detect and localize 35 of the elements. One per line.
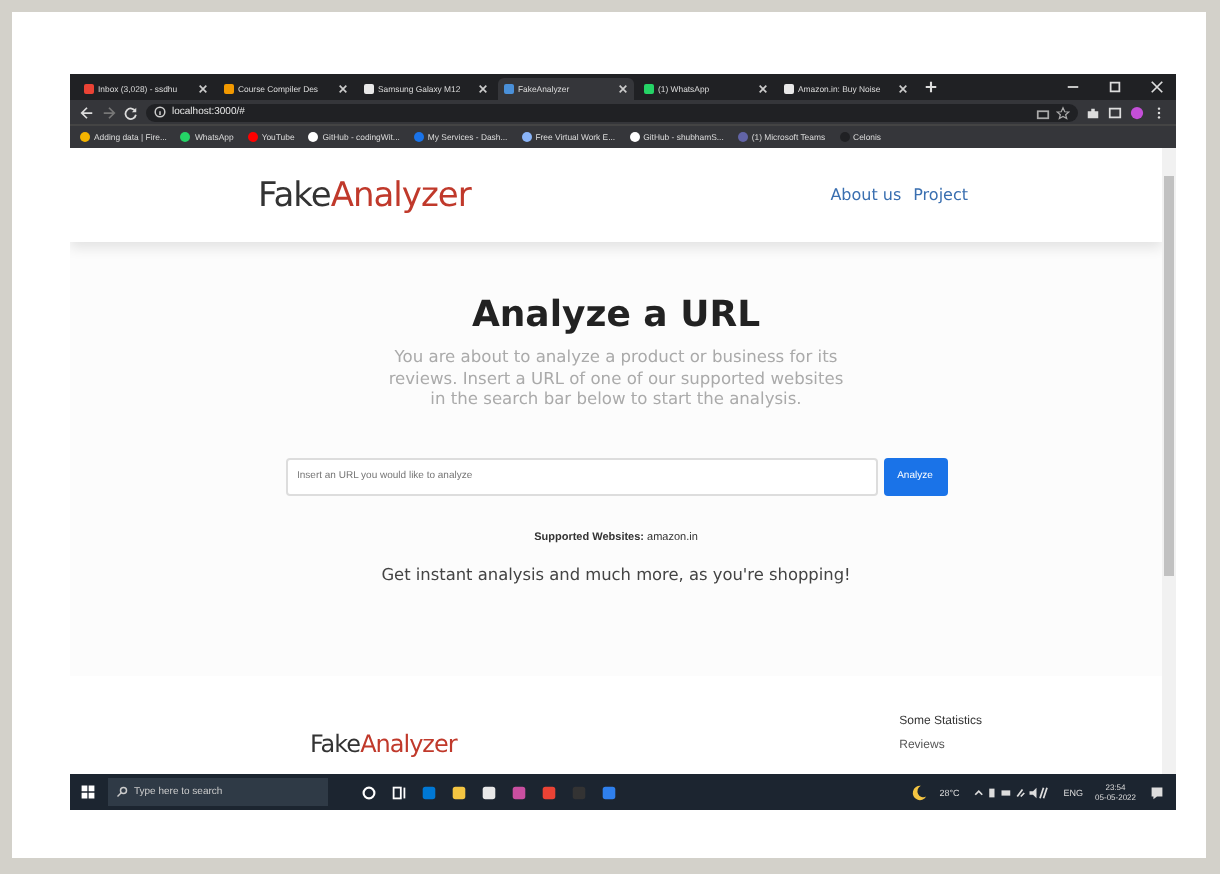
close-icon[interactable]: [898, 84, 908, 94]
moon-icon: [909, 783, 928, 801]
info-icon: [154, 106, 166, 118]
scrollbar[interactable]: [1162, 148, 1176, 774]
cortana-icon[interactable]: [360, 783, 378, 801]
tray-icons-drawing[interactable]: [971, 785, 1052, 799]
nav-link[interactable]: Project: [913, 186, 968, 204]
search-icon: [116, 786, 128, 798]
new-tab-icon[interactable]: [924, 80, 938, 94]
logo-text: Analyzer: [360, 730, 457, 758]
close-icon[interactable]: [478, 84, 488, 94]
page-title: Analyze a URL: [471, 294, 761, 336]
task-view-icon[interactable]: [390, 783, 408, 801]
intro-text: You are about to analyze a product or business for its reviews. Insert a URL of one of our supported websites in the search bar below to start the analysis.: [386, 346, 846, 409]
logo-text: Analyzer: [330, 175, 471, 215]
close-icon[interactable]: [338, 84, 348, 94]
reload-icon[interactable]: [124, 105, 138, 119]
more-icon[interactable]: [1152, 105, 1166, 119]
tagline: Get instant analysis and much more, as you're shopping!: [381, 563, 851, 583]
nav-link[interactable]: About us: [830, 186, 902, 204]
logo-text: Fake: [258, 175, 331, 215]
star-icon[interactable]: [1056, 105, 1070, 119]
maximize-icon[interactable]: [1108, 80, 1122, 94]
notification-icon[interactable]: [1148, 783, 1166, 801]
windows-icon[interactable]: [80, 784, 96, 800]
forward-icon[interactable]: [102, 105, 116, 119]
minimize-icon[interactable]: [1066, 80, 1080, 94]
close-icon[interactable]: [1150, 80, 1164, 94]
back-icon[interactable]: [80, 105, 94, 119]
close-icon[interactable]: [758, 84, 768, 94]
logo-text: Fake: [310, 730, 361, 758]
avatar-icon[interactable]: [1130, 105, 1144, 119]
close-icon[interactable]: [618, 84, 628, 94]
sidebar-icon[interactable]: [1108, 105, 1122, 119]
close-icon[interactable]: [198, 84, 208, 94]
